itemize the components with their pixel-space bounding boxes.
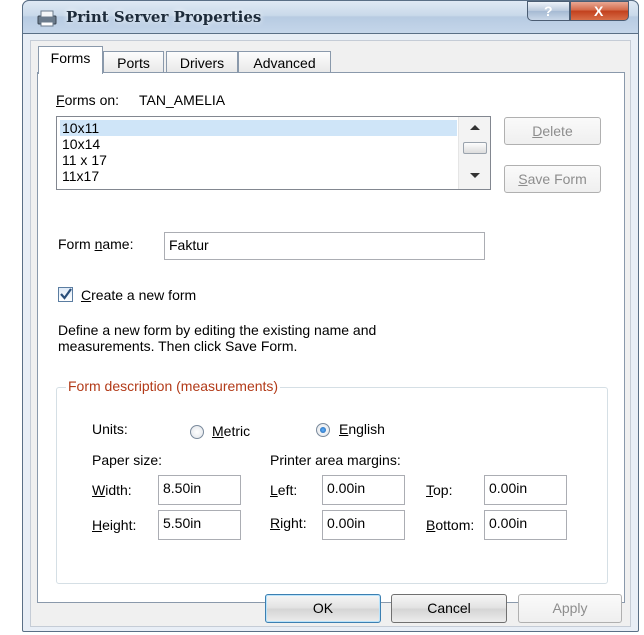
forms-listbox[interactable]: 10x11 10x14 11 x 17 11x17 xyxy=(56,116,491,190)
scroll-up-icon[interactable] xyxy=(470,125,480,130)
list-scrollbar[interactable] xyxy=(458,117,490,189)
paper-size-label: Paper size: xyxy=(92,452,163,468)
list-item[interactable]: 10x11 xyxy=(60,120,457,136)
tab-drivers[interactable]: Drivers xyxy=(166,51,238,74)
form-name-input[interactable]: Faktur xyxy=(164,232,485,260)
bottom-input[interactable]: 0.00in xyxy=(484,510,567,540)
scroll-thumb[interactable] xyxy=(463,142,487,154)
form-description-title: Form description (measurements) xyxy=(66,378,281,394)
checkmark-icon xyxy=(60,288,72,300)
top-label: Top: xyxy=(426,482,453,498)
cancel-button[interactable]: Cancel xyxy=(391,594,507,623)
list-item[interactable]: 11 x 17 xyxy=(60,152,457,168)
width-input[interactable]: 8.50in xyxy=(158,475,241,505)
create-new-form-checkbox[interactable] xyxy=(58,287,73,302)
help-icon: ? xyxy=(544,3,553,19)
delete-button[interactable]: Delete xyxy=(504,117,601,145)
left-input[interactable]: 0.00in xyxy=(322,475,405,505)
english-label[interactable]: English xyxy=(339,421,385,437)
top-input[interactable]: 0.00in xyxy=(484,475,567,505)
instructions-line: measurements. Then click Save Form. xyxy=(58,338,298,354)
instructions-line: Define a new form by editing the existin… xyxy=(58,322,377,338)
left-label: Left: xyxy=(270,482,298,498)
form-name-label: Form name: xyxy=(58,236,134,252)
apply-button[interactable]: Apply xyxy=(518,594,622,623)
help-button[interactable]: ? xyxy=(527,1,570,21)
metric-radio[interactable] xyxy=(190,425,204,439)
bottom-label: Bottom: xyxy=(426,517,475,533)
list-item[interactable]: 10x14 xyxy=(60,136,457,152)
create-new-form-label[interactable]: Create a new form xyxy=(81,287,196,303)
tab-forms[interactable]: Forms xyxy=(38,46,103,74)
close-icon: X xyxy=(594,3,604,19)
right-input[interactable]: 0.00in xyxy=(322,510,405,540)
tab-ports[interactable]: Ports xyxy=(103,51,164,74)
forms-on-label: Forms on: xyxy=(56,92,120,108)
height-label: Height: xyxy=(92,517,137,533)
english-radio[interactable] xyxy=(316,423,330,437)
width-label: Width: xyxy=(92,482,132,498)
metric-label[interactable]: Metric xyxy=(212,423,250,439)
server-name: TAN_AMELIA xyxy=(139,92,226,108)
save-form-button[interactable]: Save Form xyxy=(504,165,601,193)
window-title: Print Server Properties xyxy=(66,8,262,26)
scroll-down-icon[interactable] xyxy=(470,173,480,178)
ok-button[interactable]: OK xyxy=(265,594,381,623)
margins-label: Printer area margins: xyxy=(270,452,401,468)
tab-advanced[interactable]: Advanced xyxy=(238,51,331,74)
instructions-text: Define a new form by editing the existin… xyxy=(58,322,376,354)
list-item[interactable]: 11x17 xyxy=(60,168,457,184)
height-input[interactable]: 5.50in xyxy=(158,510,241,540)
units-label: Units: xyxy=(92,421,128,437)
close-button[interactable]: X xyxy=(570,1,629,21)
printer-icon xyxy=(37,10,57,27)
right-label: Right: xyxy=(270,515,307,531)
